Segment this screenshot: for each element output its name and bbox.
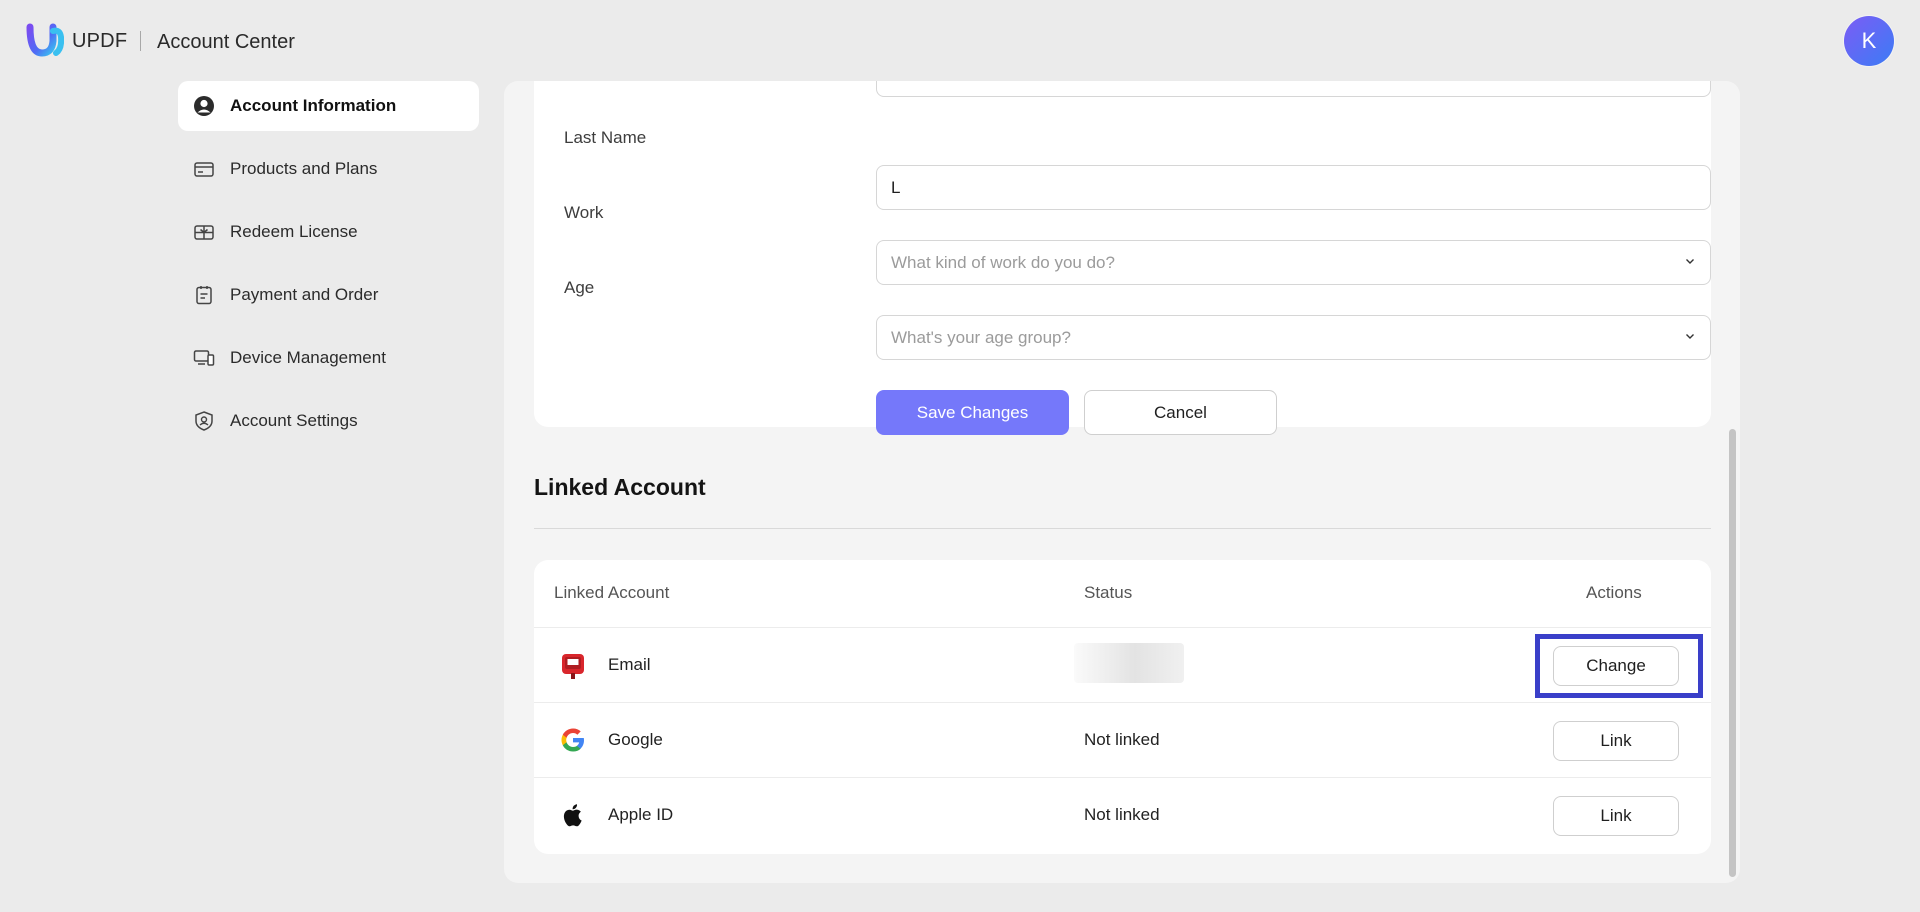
sidebar-item-label: Account Settings [230, 411, 358, 430]
work-placeholder: What kind of work do you do? [891, 252, 1115, 272]
last-name-label: Last Name [564, 128, 647, 147]
apple-icon [563, 804, 582, 827]
section-divider [534, 528, 1711, 529]
linked-accounts-table: Linked Account Status Actions Email Chan… [534, 560, 1711, 854]
sidebar-item-account-settings[interactable]: Account Settings [178, 396, 479, 446]
page-title: Account Center [157, 31, 295, 53]
account-name: Apple ID [608, 805, 674, 824]
user-circle-icon [192, 94, 216, 118]
sidebar-item-label: Products and Plans [230, 159, 378, 178]
sidebar-item-payment-and-order[interactable]: Payment and Order [178, 270, 479, 320]
google-icon [561, 728, 584, 752]
work-select[interactable]: What kind of work do you do? [876, 240, 1711, 285]
link-google-button[interactable]: Link [1553, 721, 1679, 761]
sidebar-item-account-information[interactable]: Account Information [178, 81, 479, 131]
table-row-email: Email Change [534, 627, 1711, 702]
main-panel[interactable]: Last Name L Work What kind of work do yo… [504, 81, 1740, 883]
chevron-down-icon [1686, 259, 1694, 264]
chevron-down-icon [1686, 334, 1694, 339]
sidebar-item-redeem-license[interactable]: Redeem License [178, 207, 479, 257]
account-name: Google [608, 730, 663, 749]
profile-form-card: Last Name L Work What kind of work do yo… [534, 81, 1711, 435]
updf-logo-icon[interactable] [26, 23, 64, 57]
gift-card-icon [192, 220, 216, 244]
sidebar-nav: Account Information Products and Plans R… [178, 81, 479, 459]
account-status: Not linked [1084, 805, 1160, 824]
sidebar-item-products-and-plans[interactable]: Products and Plans [178, 144, 479, 194]
redacted-email-status [1074, 643, 1184, 683]
shield-user-icon [192, 409, 216, 433]
top-bar: UPDF Account Center K [0, 0, 1920, 82]
age-select[interactable]: What's your age group? [876, 315, 1711, 360]
account-status: Not linked [1084, 730, 1160, 749]
linked-account-heading: Linked Account [534, 474, 706, 500]
column-header-status: Status [1084, 583, 1133, 602]
change-email-button[interactable]: Change [1553, 646, 1679, 686]
cancel-button[interactable]: Cancel [1084, 390, 1277, 435]
clipboard-icon [192, 283, 216, 307]
link-apple-id-button[interactable]: Link [1553, 796, 1679, 836]
column-header-account: Linked Account [554, 583, 670, 602]
mailbox-icon [562, 654, 584, 679]
devices-icon [192, 346, 216, 370]
last-name-field[interactable]: L [876, 165, 1711, 210]
sidebar-item-label: Account Information [230, 96, 397, 115]
sidebar-item-label: Device Management [230, 348, 386, 367]
card-icon [192, 157, 216, 181]
table-row-google: Google Not linked Link [534, 702, 1711, 777]
sidebar-item-device-management[interactable]: Device Management [178, 333, 479, 383]
table-row-apple-id: Apple ID Not linked Link [534, 777, 1711, 852]
first-name-field[interactable] [876, 81, 1711, 97]
age-placeholder: What's your age group? [891, 327, 1071, 347]
brand-name: UPDF [72, 30, 128, 52]
user-avatar[interactable]: K [1844, 16, 1894, 66]
sidebar-item-label: Payment and Order [230, 285, 379, 304]
column-header-actions: Actions [1586, 583, 1642, 602]
brand-divider [140, 31, 141, 51]
save-changes-button[interactable]: Save Changes [876, 390, 1069, 435]
age-label: Age [564, 278, 595, 297]
sidebar-item-label: Redeem License [230, 222, 358, 241]
last-name-value: L [891, 177, 901, 197]
account-name: Email [608, 655, 651, 674]
work-label: Work [564, 203, 604, 222]
vertical-scrollbar[interactable] [1729, 429, 1736, 877]
